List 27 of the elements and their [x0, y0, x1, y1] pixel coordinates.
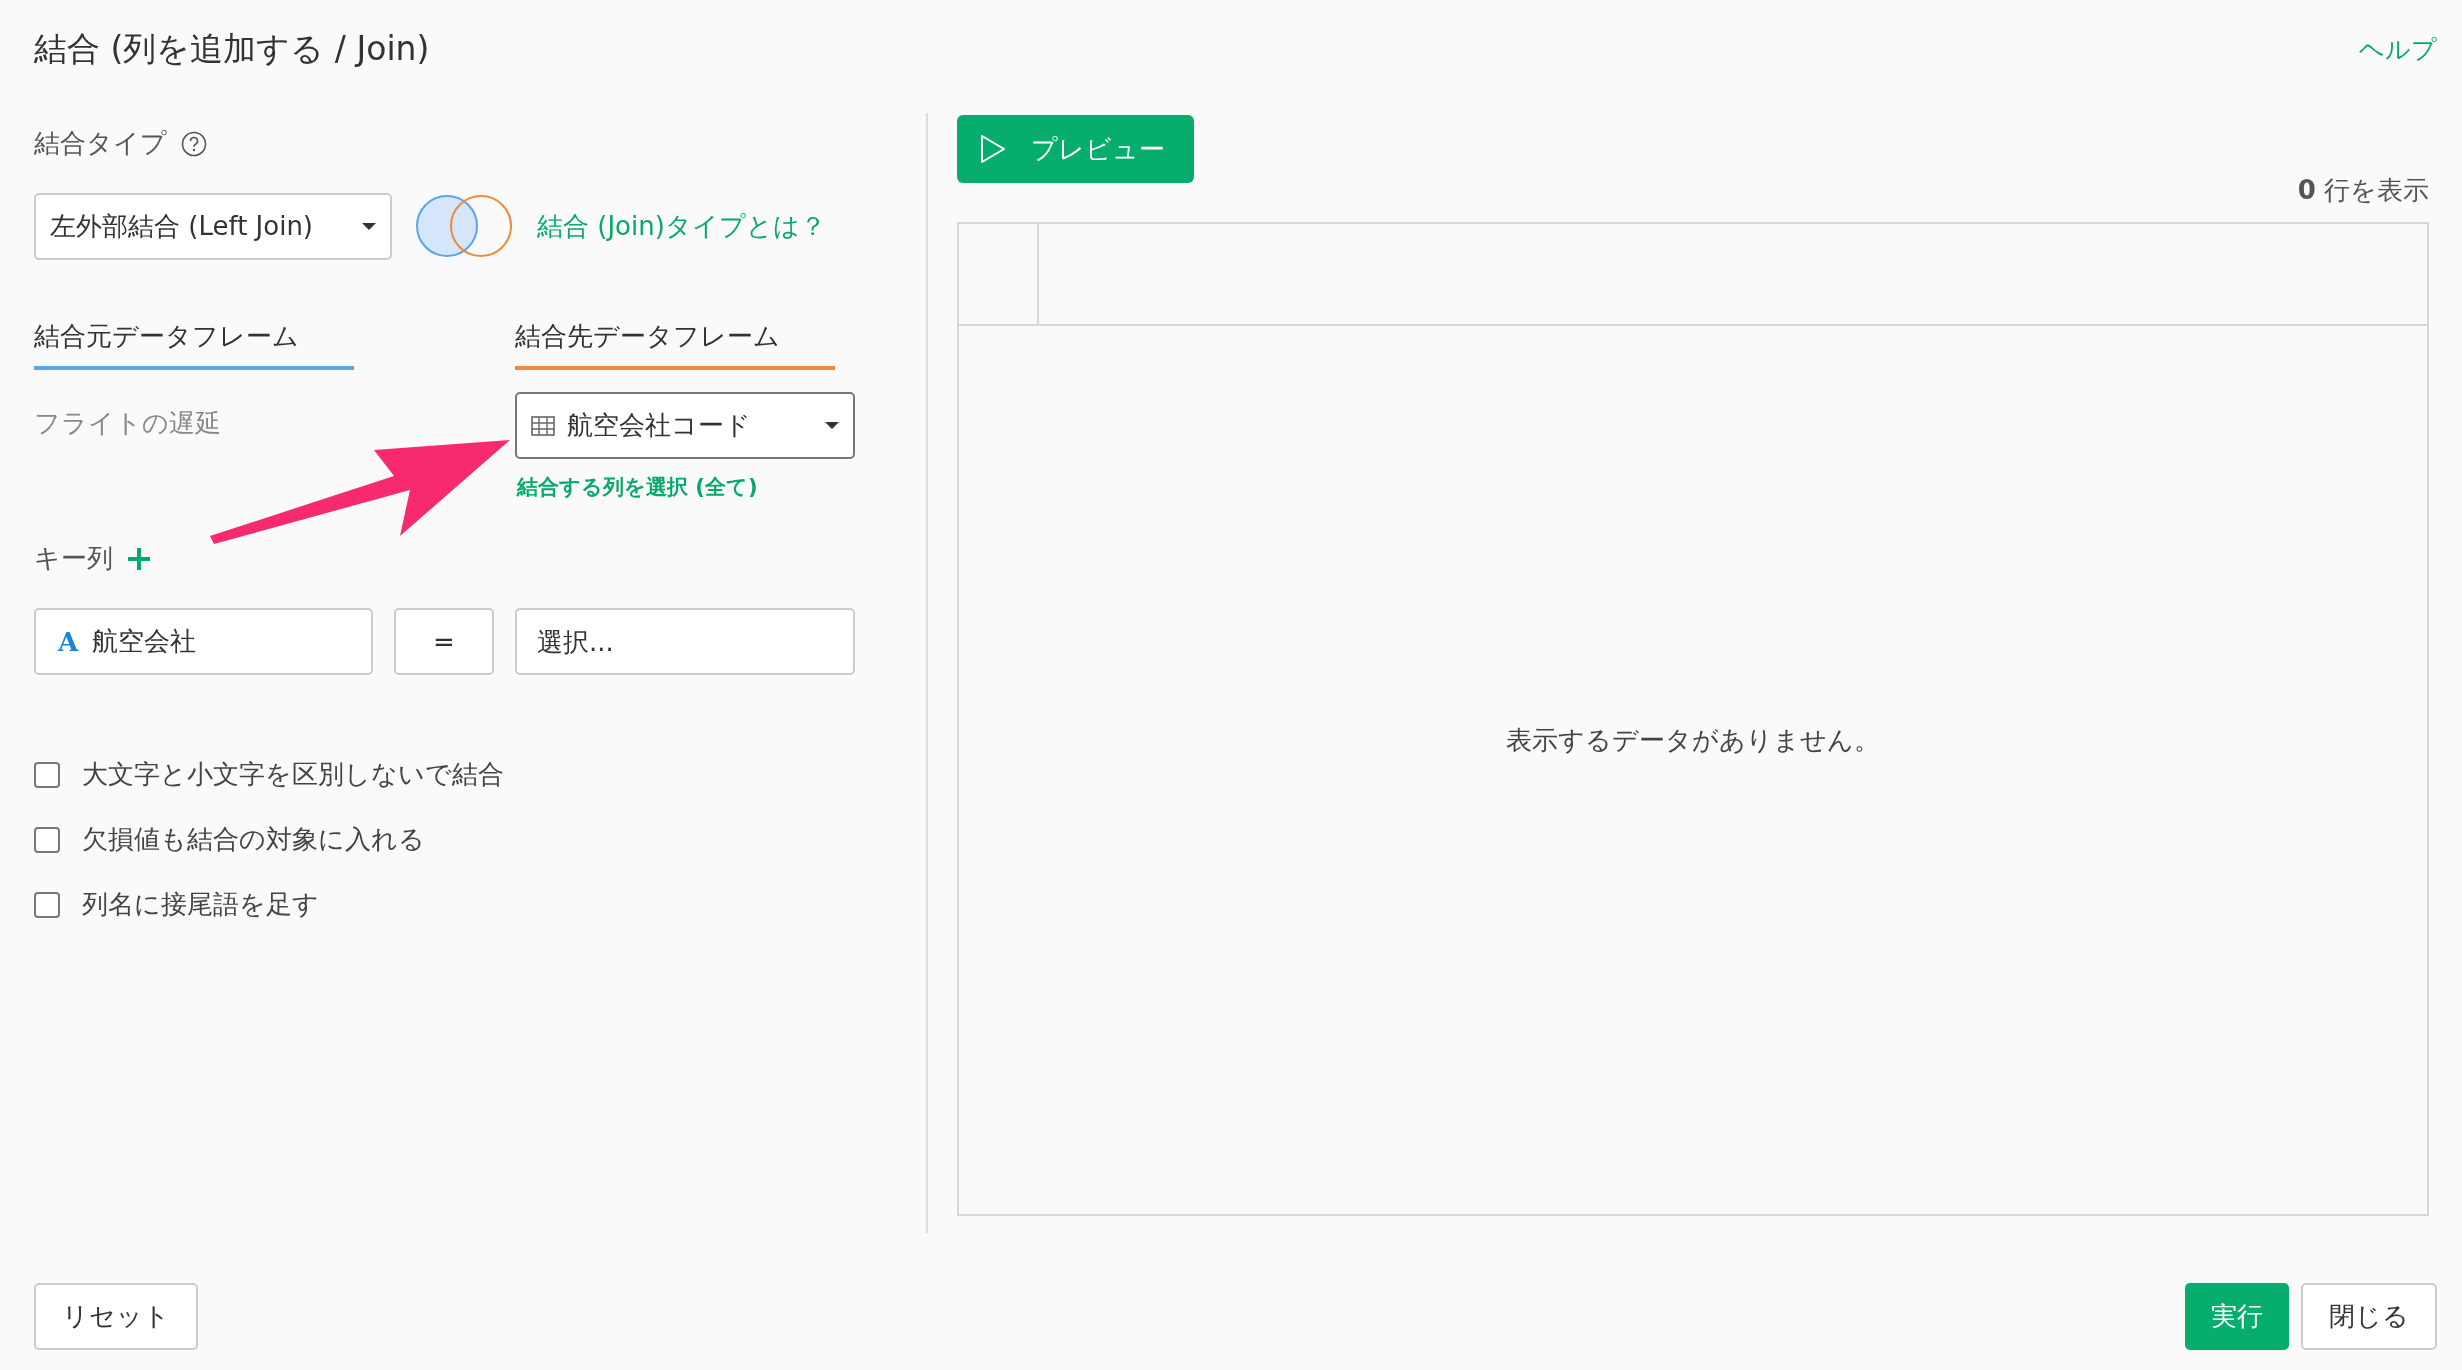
dataframe-heading: 結合先データフレーム [515, 320, 781, 354]
close-button[interactable]: 閉じる [2301, 1283, 2437, 1351]
target-dataframe-dropdown[interactable]: 航空会社コード [515, 392, 855, 460]
add-icon[interactable] [127, 546, 151, 571]
key-column-select[interactable]: 選択... [515, 608, 855, 676]
table-icon [531, 415, 555, 436]
checkbox-label: 欠損値も結合の対象に入れる [82, 823, 425, 857]
empty-message: 表示するデータがありません。 [1506, 723, 1880, 757]
checkbox-label: 大文字と小文字を区別しないで結合 [82, 758, 504, 792]
help-icon[interactable] [181, 130, 207, 157]
row-count: 0 行を表示 [2297, 174, 2430, 208]
dataframe-heading: 結合元データフレーム [34, 320, 300, 354]
checkbox-label: 列名に接尾語を足す [82, 888, 319, 922]
play-icon [979, 134, 1007, 165]
source-dataframe-name: フライトの遅延 [34, 407, 222, 441]
join-type-label: 結合タイプ [34, 127, 167, 161]
checkbox[interactable] [34, 891, 60, 918]
join-type-dropdown[interactable]: 左外部結合 (Left Join) [34, 192, 392, 260]
caret-icon [362, 222, 376, 230]
operator-field[interactable]: = [394, 608, 494, 676]
dialog-title: 結合 (列を追加する / Join) [34, 27, 430, 70]
key-column-field[interactable]: A 航空会社 [34, 608, 373, 676]
checkbox[interactable] [34, 826, 60, 853]
caret-icon [825, 422, 839, 430]
checkbox[interactable] [34, 761, 60, 788]
key-columns-label: キー列 [34, 542, 113, 576]
reset-button[interactable]: リセット [34, 1283, 198, 1351]
